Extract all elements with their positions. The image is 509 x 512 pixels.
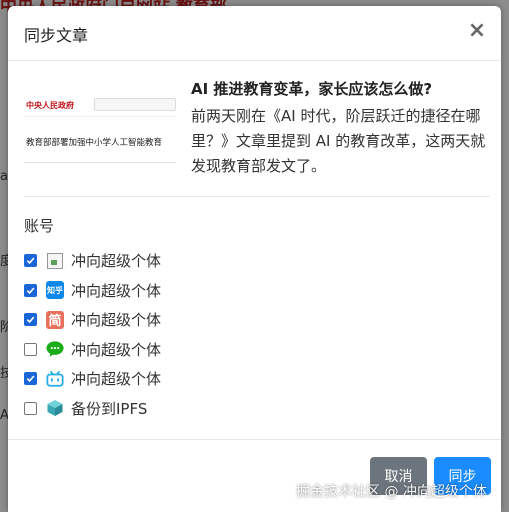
background-edge-text: 阶: [0, 320, 8, 335]
watermark-text: 掘金技术社区 @ 冲向超级个体: [296, 484, 487, 500]
thumbnail-divider: [24, 116, 176, 117]
dialog-header: 同步文章 ×: [8, 6, 501, 61]
account-label: 冲向超级个体: [71, 252, 162, 271]
thumbnail-logo-text: 中央人民政府: [26, 101, 74, 110]
jianshu-icon: 简: [46, 310, 64, 329]
close-icon[interactable]: ×: [467, 20, 487, 42]
article-thumbnail: 中央人民政府 教育部部署加强中小学人工智能教育: [24, 96, 176, 186]
account-label: 冲向超级个体: [71, 340, 162, 359]
account-list: 冲向超级个体 知乎 冲向超级个体 简 冲向超级个体 冲向超级个体 冲向超级个体 …: [24, 246, 324, 423]
account-item[interactable]: 备份到IPFS: [24, 394, 324, 424]
article-title: AI 推进教育变革，家长应该怎么做?: [191, 80, 433, 98]
account-item[interactable]: 冲向超级个体: [24, 364, 324, 394]
account-checkbox[interactable]: [24, 401, 37, 415]
broken-image-icon: [46, 252, 64, 270]
dialog-title: 同步文章: [24, 26, 89, 45]
account-checkbox[interactable]: [24, 254, 37, 268]
account-checkbox[interactable]: [24, 313, 37, 327]
wechat-icon: [46, 340, 64, 358]
account-checkbox[interactable]: [24, 372, 37, 386]
section-divider: [24, 196, 490, 197]
account-checkbox[interactable]: [24, 342, 37, 356]
article-summary: 前两天刚在《AI 时代，阶层跃迁的捷径在哪里？》文章里提到 AI 的教育改革，这…: [191, 107, 486, 175]
zhihu-icon: 知乎: [46, 281, 64, 300]
article-preview: 中央人民政府 教育部部署加强中小学人工智能教育 AI 推进教育变革，家长应该怎么…: [24, 76, 490, 196]
account-checkbox[interactable]: [24, 283, 37, 297]
background-edge-text: 度: [0, 254, 8, 269]
background-edge-text: AI: [0, 408, 8, 423]
accounts-label: 账号: [24, 217, 55, 235]
account-label: 备份到IPFS: [71, 399, 148, 418]
background-edge-text: 技: [0, 366, 8, 381]
account-item[interactable]: 冲向超级个体: [24, 335, 324, 365]
account-label: 冲向超级个体: [71, 370, 162, 389]
thumbnail-search-box: [94, 98, 176, 111]
account-item[interactable]: 简 冲向超级个体: [24, 305, 324, 335]
account-label: 冲向超级个体: [71, 281, 162, 300]
bilibili-icon: [46, 370, 64, 388]
ipfs-cube-icon: [46, 399, 64, 417]
account-label: 冲向超级个体: [71, 311, 162, 330]
background-edge-text: a: [0, 169, 8, 184]
footer-divider: [8, 439, 501, 440]
account-item[interactable]: 知乎 冲向超级个体: [24, 276, 324, 306]
thumbnail-divider: [24, 162, 176, 163]
thumbnail-headline: 教育部部署加强中小学人工智能教育: [26, 138, 163, 148]
account-item[interactable]: 冲向超级个体: [24, 246, 324, 276]
sync-article-dialog: 同步文章 × 中央人民政府 教育部部署加强中小学人工智能教育 AI 推进教育变革…: [8, 6, 501, 512]
